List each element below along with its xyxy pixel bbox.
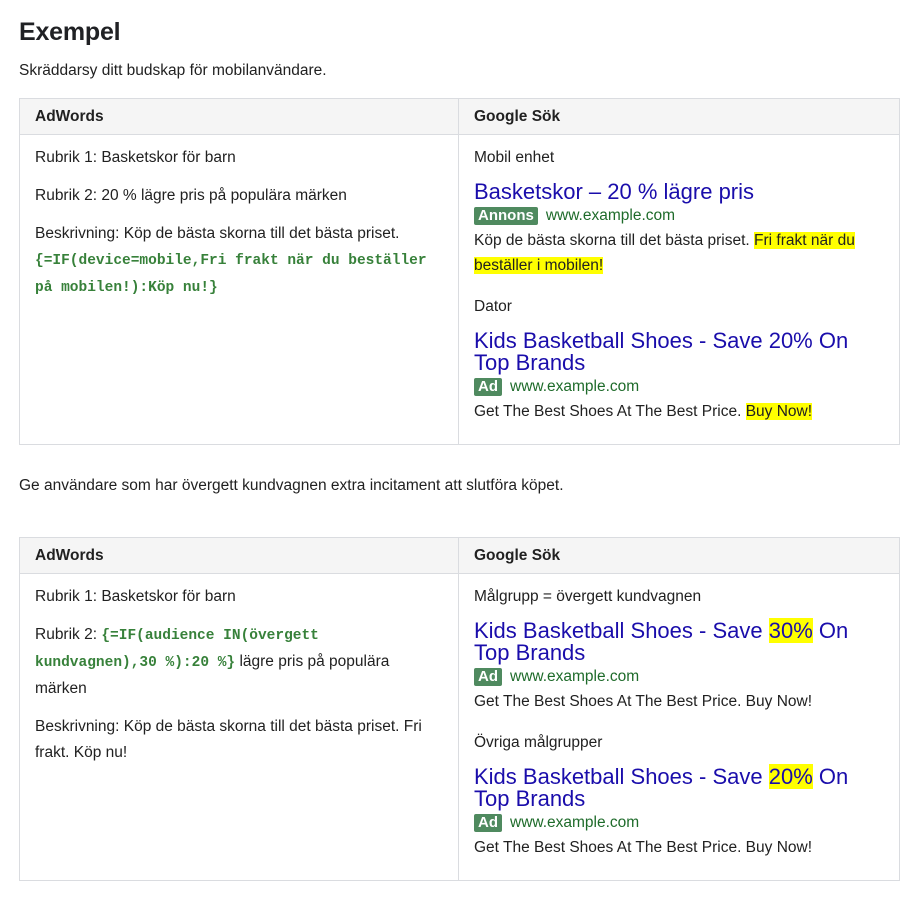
ad-badge: Annons <box>474 207 538 225</box>
ad-title[interactable]: Kids Basketball Shoes - Save 30% On Top … <box>474 618 884 664</box>
headline-2-prefix: Rubrik 2: <box>35 626 102 643</box>
column-header-google-search: Google Sök <box>458 98 900 135</box>
headline-2: Rubrik 2: 20 % lägre pris på populära mä… <box>35 187 347 204</box>
ad-badge: Ad <box>474 668 502 686</box>
ad-preview-mobile: Basketskor – 20 % lägre pris Annons www.… <box>474 181 884 278</box>
example-table-audience: AdWords Google Sök Rubrik 1: Basketskor … <box>19 537 900 881</box>
if-function-code: {=IF(device=mobile,Fri frakt när du best… <box>35 253 427 296</box>
table-row: Rubrik 1: Basketskor för barn Rubrik 2: … <box>19 134 900 445</box>
ad-description: Get The Best Shoes At The Best Price. Bu… <box>474 839 813 856</box>
ad-badge: Ad <box>474 814 502 832</box>
description: Beskrivning: Köp de bästa skorna till de… <box>35 718 422 761</box>
ad-title[interactable]: Basketskor – 20 % lägre pris <box>474 181 884 203</box>
ad-title-highlight: 30% <box>768 618 813 643</box>
headline-2: Rubrik 2: {=IF(audience IN(övergett kund… <box>35 622 443 702</box>
example-table-mobile: AdWords Google Sök Rubrik 1: Basketskor … <box>19 98 900 445</box>
table-row: Rubrik 1: Basketskor för barn Rubrik 2: … <box>19 573 900 881</box>
ad-title-highlight: 20% <box>768 764 813 789</box>
device-label-mobile: Mobil enhet <box>474 149 555 166</box>
ad-description-text: Köp de bästa skorna till det bästa prise… <box>474 232 755 249</box>
ad-url-line: Annons www.example.com <box>474 206 884 226</box>
description-text: Beskrivning: Köp de bästa skorna till de… <box>35 225 400 242</box>
page-title: Exempel <box>19 18 121 46</box>
google-search-cell: Målgrupp = övergett kundvagnen Kids Bask… <box>458 573 900 881</box>
column-header-adwords: AdWords <box>19 537 459 574</box>
ad-url: www.example.com <box>545 207 676 224</box>
audience-label-other: Övriga målgrupper <box>474 734 603 751</box>
ad-url: www.example.com <box>510 378 640 395</box>
table-header-row: AdWords Google Sök <box>19 98 900 135</box>
adwords-cell: Rubrik 1: Basketskor för barn Rubrik 2: … <box>19 134 459 445</box>
headline-1: Rubrik 1: Basketskor för barn <box>35 149 236 166</box>
ad-title[interactable]: Kids Basketball Shoes - Save 20% On Top … <box>474 330 884 374</box>
ad-preview-desktop: Kids Basketball Shoes - Save 20% On Top … <box>474 330 884 424</box>
ad-url: www.example.com <box>510 668 640 685</box>
intro-text: Skräddarsy ditt budskap för mobilanvända… <box>19 62 327 79</box>
table-header-row: AdWords Google Sök <box>19 537 900 574</box>
ad-url: www.example.com <box>510 814 640 831</box>
device-label-desktop: Dator <box>474 298 512 315</box>
ad-description: Get The Best Shoes At The Best Price. Bu… <box>474 399 884 424</box>
ad-description: Get The Best Shoes At The Best Price. Bu… <box>474 693 813 710</box>
adwords-cell: Rubrik 1: Basketskor för barn Rubrik 2: … <box>19 573 459 881</box>
headline-1: Rubrik 1: Basketskor för barn <box>35 588 236 605</box>
ad-title[interactable]: Kids Basketball Shoes - Save 20% On Top … <box>474 764 884 810</box>
audience-label-abandoned-cart: Målgrupp = övergett kundvagnen <box>474 588 702 605</box>
ad-url-line: Ad www.example.com <box>474 667 884 687</box>
ad-description: Köp de bästa skorna till det bästa prise… <box>474 228 884 278</box>
ad-url-line: Ad www.example.com <box>474 377 884 397</box>
ad-url-line: Ad www.example.com <box>474 813 884 833</box>
article: Exempel Skräddarsy ditt budskap för mobi… <box>0 0 920 881</box>
ad-preview-abandoned-cart: Kids Basketball Shoes - Save 30% On Top … <box>474 618 884 714</box>
google-search-cell: Mobil enhet Basketskor – 20 % lägre pris… <box>458 134 900 445</box>
section-text: Ge användare som har övergett kundvagnen… <box>19 477 564 494</box>
column-header-adwords: AdWords <box>19 98 459 135</box>
column-header-google-search: Google Sök <box>458 537 900 574</box>
ad-badge: Ad <box>474 378 502 396</box>
ad-preview-other: Kids Basketball Shoes - Save 20% On Top … <box>474 764 884 860</box>
description: Beskrivning: Köp de bästa skorna till de… <box>35 221 443 301</box>
ad-description-text: Get The Best Shoes At The Best Price. <box>474 403 746 420</box>
ad-description-highlight: Buy Now! <box>745 403 813 420</box>
